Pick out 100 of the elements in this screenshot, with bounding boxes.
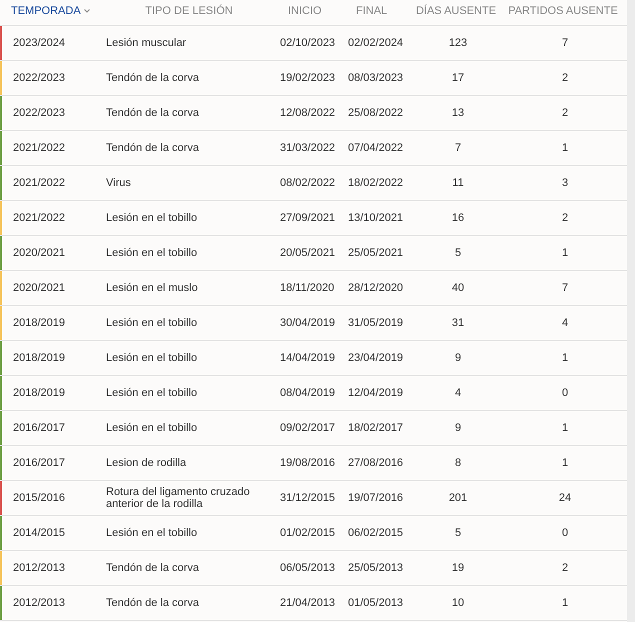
table-cell: Lesión muscular [106,37,186,49]
table-cell: 31/03/2022 [280,142,336,154]
table-cell: 27/08/2016 [348,457,404,469]
table-cell: Tendón de la corva [106,142,199,154]
table-cell: 5 [454,527,462,539]
table-cell: Lesión en el tobillo [106,422,198,434]
table-cell: Lesión en el tobillo [106,212,198,224]
table-cell: 20/05/2021 [280,247,336,259]
table-cell: 1 [562,247,568,259]
table-cell: Lesión en el tobillo [106,387,198,399]
table-cell: 201 [448,492,468,504]
table-cell: 12/08/2022 [280,107,336,119]
table-cell: 17 [452,72,464,84]
table-cell: Lesion de rodilla [106,457,186,469]
table-cell: 30/04/2019 [280,317,336,329]
table-cell: 2021/2022 [13,142,65,154]
table-cell: 18/02/2022 [348,177,404,189]
chevron-down-icon [84,9,90,14]
table-cell: 4 [454,387,462,399]
table-cell: 2022/2023 [13,107,65,119]
column-header[interactable]: FINAL [356,3,388,20]
column-header[interactable]: INICIO [288,3,322,20]
table-cell: 06/02/2015 [348,527,404,539]
table-cell: 13/10/2021 [348,212,404,224]
table-cell: 2 [562,107,568,119]
table-cell: 2014/2015 [13,527,65,539]
table-cell: 123 [448,37,468,49]
table-cell: 2021/2022 [13,177,65,189]
table-cell: 24 [558,492,572,504]
table-cell: 4 [562,317,568,329]
table-cell: 25/05/2021 [348,247,404,259]
table-cell: 18/11/2020 [280,282,334,294]
table-cell: 2015/2016 [13,492,65,504]
table-cell: 31 [452,317,464,329]
table-cell: 1 [562,422,568,434]
table-cell: 08/04/2019 [280,387,336,399]
table-cell: 2018/2019 [13,352,65,364]
table-cell: 31/05/2019 [348,317,404,329]
table-cell: 40 [452,282,464,294]
table-cell: 02/10/2023 [280,37,336,49]
table-cell: 31/12/2015 [280,492,336,504]
table-cell: Rotura del ligamento cruzado anterior de la rodilla [106,486,250,510]
table-cell: 8 [454,457,462,469]
table-cell: 1 [562,352,568,364]
table-cell: 9 [454,422,462,434]
table-cell: 2022/2023 [13,72,65,84]
table-cell: 07/04/2022 [348,142,404,154]
table-cell: 19/08/2016 [280,457,336,469]
table-cell: 10 [452,597,464,609]
table-cell: Virus [106,177,131,189]
table-cell: 2 [562,72,568,84]
table-cell: 13 [452,107,464,119]
scrollbar[interactable] [627,0,635,622]
table-cell: Lesión en el tobillo [106,317,198,329]
table-cell: 2012/2013 [13,597,65,609]
table-cell: 7 [562,37,568,49]
table-cell: 1 [562,597,568,609]
table-cell: 16 [452,212,464,224]
table-cell: 19 [452,562,464,574]
table-cell: 21/04/2013 [280,597,336,609]
column-header[interactable]: TIPO DE LESIÓN [145,3,233,20]
table-cell: 23/04/2019 [348,352,404,364]
table-cell: 5 [454,247,462,259]
table-cell: Lesión en el tobillo [106,527,198,539]
table-cell: 25/08/2022 [348,107,404,119]
table-cell: 2012/2013 [13,562,65,574]
column-header[interactable]: DÍAS AUSENTE [416,3,496,20]
table-cell: Lesión en el tobillo [106,352,198,364]
table-cell: 06/05/2013 [280,562,336,574]
table-cell: 0 [562,527,568,539]
table-cell: 7 [454,142,462,154]
table-cell: Tendón de la corva [106,72,199,84]
table-cell: 2 [562,562,568,574]
table-cell: Lesión en el muslo [106,282,198,294]
table-cell: 11 [452,177,464,189]
table-cell: 2020/2021 [13,282,65,294]
table-cell: 28/12/2020 [348,282,404,294]
table-cell: Lesión en el tobillo [106,247,198,259]
table-cell: 2021/2022 [13,212,65,224]
table-cell: 02/02/2024 [348,37,404,49]
table-cell: 12/04/2019 [348,387,404,399]
table-cell: 19/02/2023 [280,72,336,84]
table-cell: 1 [562,457,568,469]
table-cell: 2016/2017 [13,422,65,434]
table-cell: 2020/2021 [13,247,65,259]
table-cell: Tendón de la corva [106,562,199,574]
table-cell: 2023/2024 [13,37,65,49]
table-cell: 01/02/2015 [280,527,336,539]
table-cell: 1 [562,142,568,154]
column-header[interactable]: TEMPORADA [11,3,90,20]
table-cell: 09/02/2017 [280,422,336,434]
column-header[interactable]: PARTIDOS AUSENTE [508,3,618,20]
table-cell: 2018/2019 [13,387,65,399]
table-cell: Tendón de la corva [106,107,199,119]
table-cell: 08/02/2022 [280,177,336,189]
table-cell: 18/02/2017 [348,422,404,434]
table-cell: 7 [562,282,568,294]
table-cell: 01/05/2013 [348,597,404,609]
table-cell: 2016/2017 [13,457,65,469]
table-cell: 08/03/2023 [348,72,404,84]
